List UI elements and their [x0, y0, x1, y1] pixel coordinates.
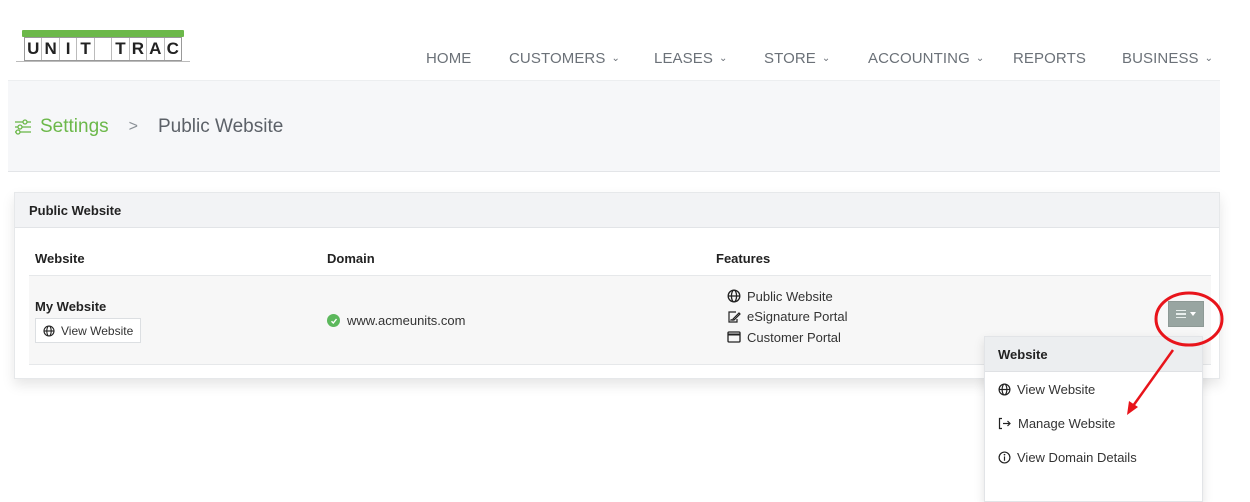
chevron-down-icon: ⌄ [718, 53, 728, 64]
menu-item-view-website[interactable]: View Website [985, 372, 1202, 406]
menu-item-view-domain-details[interactable]: View Domain Details [985, 440, 1202, 474]
globe-icon [727, 289, 741, 303]
info-icon [998, 450, 1011, 464]
sign-in-icon [998, 417, 1011, 429]
menu-item-label: Manage Website [1018, 415, 1116, 431]
feature-item: Public Website [727, 286, 847, 307]
nav-business[interactable]: BUSINESS ⌄ [1122, 50, 1213, 67]
nav-label: CUSTOMERS [509, 50, 606, 67]
nav-label: REPORTS [1013, 50, 1086, 67]
nav-customers[interactable]: CUSTOMERS ⌄ [509, 50, 620, 67]
row-actions-menu-button[interactable] [1168, 301, 1204, 327]
nav-label: LEASES [654, 50, 713, 67]
view-website-button[interactable]: View Website [35, 318, 142, 343]
website-name: My Website [35, 299, 107, 314]
card-title: Public Website [15, 193, 1219, 228]
chevron-down-icon: ⌄ [975, 53, 985, 64]
breadcrumb-separator: > [128, 118, 138, 135]
nav-store[interactable]: STORE ⌄ [764, 50, 830, 67]
breadcrumb-root-label: Settings [40, 116, 109, 137]
feature-label: Customer Portal [747, 329, 841, 345]
nav-home[interactable]: HOME [426, 50, 471, 67]
breadcrumb: Settings > Public Website [14, 116, 283, 138]
feature-item: Customer Portal [727, 327, 847, 348]
caret-down-icon [1190, 312, 1196, 316]
check-circle-icon [327, 314, 340, 327]
website-actions-dropdown: Website View Website Manage Website View… [984, 336, 1203, 502]
signature-icon [728, 311, 741, 323]
breadcrumb-settings-link[interactable]: Settings [14, 116, 109, 138]
menu-item-label: View Domain Details [1017, 449, 1137, 465]
nav-reports[interactable]: REPORTS [1013, 50, 1086, 67]
view-website-label: View Website [61, 323, 134, 338]
feature-item: eSignature Portal [727, 307, 847, 328]
chevron-down-icon: ⌄ [1204, 53, 1214, 64]
nav-leases[interactable]: LEASES ⌄ [654, 50, 727, 67]
hamburger-icon [1176, 309, 1186, 319]
nav-label: STORE [764, 50, 816, 67]
dropdown-header: Website [985, 337, 1202, 372]
column-header-website: Website [35, 251, 85, 266]
column-header-domain: Domain [327, 251, 375, 266]
globe-icon [43, 324, 55, 337]
menu-item-manage-website[interactable]: Manage Website [985, 406, 1202, 440]
sliders-icon [15, 119, 31, 135]
breadcrumb-current: Public Website [158, 116, 284, 137]
logo-roof [22, 30, 184, 37]
features-list: Public Website eSignature Portal Custome… [727, 286, 847, 348]
nav-label: BUSINESS [1122, 50, 1199, 67]
feature-label: eSignature Portal [747, 309, 848, 325]
window-icon [727, 331, 741, 343]
domain-link[interactable]: www.acmeunits.com [347, 313, 465, 328]
nav-label: ACCOUNTING [868, 50, 970, 67]
domain-cell: www.acmeunits.com [327, 313, 465, 328]
main-nav: HOME CUSTOMERS ⌄ LEASES ⌄ STORE ⌄ ACCOUNTIN… [0, 50, 1250, 72]
column-header-features: Features [716, 251, 771, 266]
nav-accounting[interactable]: ACCOUNTING ⌄ [868, 50, 984, 67]
chevron-down-icon: ⌄ [821, 53, 831, 64]
nav-label: HOME [426, 50, 472, 67]
page: U N I T T R A C HOME CUSTOMERS ⌄ LEASES ⌄ … [0, 0, 1250, 502]
globe-icon [998, 382, 1011, 396]
menu-item-label: View Website [1017, 381, 1096, 397]
chevron-down-icon: ⌄ [611, 53, 620, 64]
feature-label: Public Website [747, 288, 833, 304]
